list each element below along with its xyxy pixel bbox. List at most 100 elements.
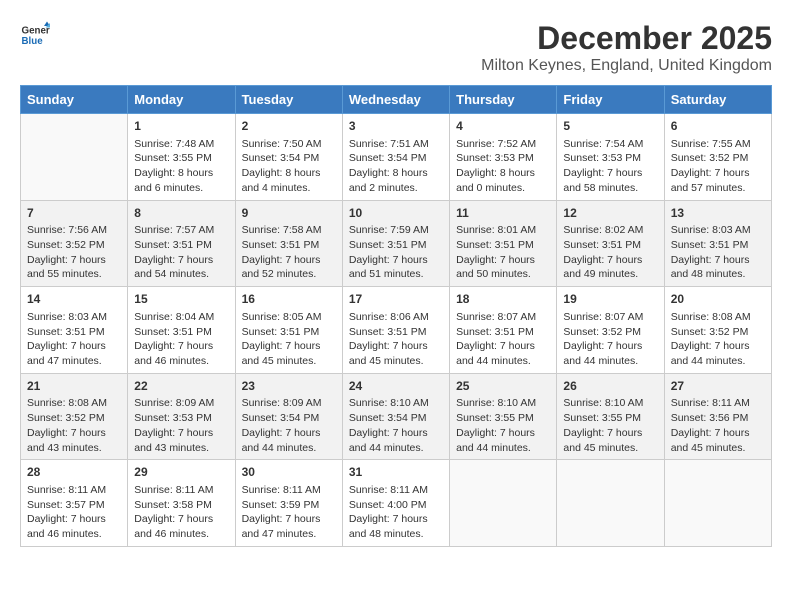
calendar-cell: 1 Sunrise: 7:48 AM Sunset: 3:55 PM Daylig… (128, 114, 235, 201)
day-info: Sunrise: 8:08 AM Sunset: 3:52 PM Dayligh… (27, 396, 121, 455)
calendar-week-row: 21Sunrise: 8:08 AM Sunset: 3:52 PM Dayli… (21, 373, 772, 460)
calendar-cell: 15 Sunrise: 8:04 AM Sunset: 3:51 PM Dayli… (128, 287, 235, 374)
day-info: Sunrise: 8:11 AM Sunset: 3:59 PM Dayligh… (242, 483, 336, 542)
day-number: 26 (563, 378, 657, 395)
calendar-cell: 29Sunrise: 8:11 AM Sunset: 3:58 PM Dayli… (128, 460, 235, 547)
calendar-cell: 20Sunrise: 8:08 AM Sunset: 3:52 PM Dayli… (664, 287, 771, 374)
calendar-cell: 3Sunrise: 7:51 AM Sunset: 3:54 PM Daylig… (342, 114, 449, 201)
day-number: 27 (671, 378, 765, 395)
calendar-cell: 24Sunrise: 8:10 AM Sunset: 3:54 PM Dayli… (342, 373, 449, 460)
day-info: Sunrise: 8:09 AM Sunset: 3:54 PM Dayligh… (242, 396, 336, 455)
calendar-cell: 4Sunrise: 7:52 AM Sunset: 3:53 PM Daylig… (450, 114, 557, 201)
day-number: 30 (242, 464, 336, 481)
calendar-cell: 23Sunrise: 8:09 AM Sunset: 3:54 PM Dayli… (235, 373, 342, 460)
day-number: 29 (134, 464, 228, 481)
day-info: Sunrise: 8:07 AM Sunset: 3:52 PM Dayligh… (563, 310, 657, 369)
day-info: Sunrise: 8:01 AM Sunset: 3:51 PM Dayligh… (456, 223, 550, 282)
column-header-tuesday: Tuesday (235, 86, 342, 114)
day-number: 21 (27, 378, 121, 395)
calendar-cell: 28 Sunrise: 8:11 AM Sunset: 3:57 PM Dayli… (21, 460, 128, 547)
day-number: 23 (242, 378, 336, 395)
calendar-cell: 6 Sunrise: 7:55 AM Sunset: 3:52 PM Daylig… (664, 114, 771, 201)
calendar-cell: 11Sunrise: 8:01 AM Sunset: 3:51 PM Dayli… (450, 200, 557, 287)
day-info: Sunrise: 8:09 AM Sunset: 3:53 PM Dayligh… (134, 396, 228, 455)
day-info: Sunrise: 8:03 AM Sunset: 3:51 PM Dayligh… (671, 223, 765, 282)
day-number: 24 (349, 378, 443, 395)
day-info: Sunrise: 8:07 AM Sunset: 3:51 PM Dayligh… (456, 310, 550, 369)
day-info: Sunrise: 7:50 AM Sunset: 3:54 PM Dayligh… (242, 137, 336, 196)
calendar-cell: 17Sunrise: 8:06 AM Sunset: 3:51 PM Dayli… (342, 287, 449, 374)
day-number: 7 (27, 205, 121, 222)
calendar-cell: 31Sunrise: 8:11 AM Sunset: 4:00 PM Dayli… (342, 460, 449, 547)
day-info: Sunrise: 7:52 AM Sunset: 3:53 PM Dayligh… (456, 137, 550, 196)
day-info: Sunrise: 7:56 AM Sunset: 3:52 PM Dayligh… (27, 223, 121, 282)
day-info: Sunrise: 7:55 AM Sunset: 3:52 PM Dayligh… (671, 137, 765, 196)
day-number: 5 (563, 118, 657, 135)
day-number: 20 (671, 291, 765, 308)
calendar-cell: 30 Sunrise: 8:11 AM Sunset: 3:59 PM Dayli… (235, 460, 342, 547)
day-info: Sunrise: 8:10 AM Sunset: 3:55 PM Dayligh… (456, 396, 550, 455)
day-info: Sunrise: 8:03 AM Sunset: 3:51 PM Dayligh… (27, 310, 121, 369)
day-number: 28 (27, 464, 121, 481)
calendar-cell: 16 Sunrise: 8:05 AM Sunset: 3:51 PM Dayli… (235, 287, 342, 374)
day-info: Sunrise: 8:02 AM Sunset: 3:51 PM Dayligh… (563, 223, 657, 282)
column-header-saturday: Saturday (664, 86, 771, 114)
calendar-cell: 9Sunrise: 7:58 AM Sunset: 3:51 PM Daylig… (235, 200, 342, 287)
location: Milton Keynes, England, United Kingdom (481, 57, 772, 75)
calendar-cell: 7Sunrise: 7:56 AM Sunset: 3:52 PM Daylig… (21, 200, 128, 287)
day-number: 11 (456, 205, 550, 222)
calendar-cell: 25Sunrise: 8:10 AM Sunset: 3:55 PM Dayli… (450, 373, 557, 460)
day-number: 17 (349, 291, 443, 308)
column-header-friday: Friday (557, 86, 664, 114)
day-number: 10 (349, 205, 443, 222)
day-info: Sunrise: 7:48 AM Sunset: 3:55 PM Dayligh… (134, 137, 228, 196)
title-block: December 2025 Milton Keynes, England, Un… (481, 20, 772, 75)
calendar-cell (557, 460, 664, 547)
day-info: Sunrise: 8:11 AM Sunset: 3:57 PM Dayligh… (27, 483, 121, 542)
column-header-sunday: Sunday (21, 86, 128, 114)
day-number: 22 (134, 378, 228, 395)
day-number: 15 (134, 291, 228, 308)
day-number: 8 (134, 205, 228, 222)
calendar-table: SundayMondayTuesdayWednesdayThursdayFrid… (20, 85, 772, 547)
day-number: 9 (242, 205, 336, 222)
calendar-header-row: SundayMondayTuesdayWednesdayThursdayFrid… (21, 86, 772, 114)
calendar-cell: 12Sunrise: 8:02 AM Sunset: 3:51 PM Dayli… (557, 200, 664, 287)
page-header: General Blue December 2025 Milton Keynes… (20, 20, 772, 75)
day-number: 19 (563, 291, 657, 308)
logo-icon: General Blue (20, 20, 50, 50)
calendar-week-row: 1 Sunrise: 7:48 AM Sunset: 3:55 PM Daylig… (21, 114, 772, 201)
month-title: December 2025 (481, 20, 772, 57)
svg-text:General: General (22, 26, 51, 37)
calendar-cell: 13Sunrise: 8:03 AM Sunset: 3:51 PM Dayli… (664, 200, 771, 287)
calendar-week-row: 7Sunrise: 7:56 AM Sunset: 3:52 PM Daylig… (21, 200, 772, 287)
calendar-cell: 27Sunrise: 8:11 AM Sunset: 3:56 PM Dayli… (664, 373, 771, 460)
day-number: 6 (671, 118, 765, 135)
day-number: 18 (456, 291, 550, 308)
calendar-cell: 18 Sunrise: 8:07 AM Sunset: 3:51 PM Dayli… (450, 287, 557, 374)
day-number: 2 (242, 118, 336, 135)
day-number: 16 (242, 291, 336, 308)
day-number: 12 (563, 205, 657, 222)
day-info: Sunrise: 8:11 AM Sunset: 4:00 PM Dayligh… (349, 483, 443, 542)
column-header-thursday: Thursday (450, 86, 557, 114)
day-number: 25 (456, 378, 550, 395)
calendar-cell: 22Sunrise: 8:09 AM Sunset: 3:53 PM Dayli… (128, 373, 235, 460)
day-info: Sunrise: 7:58 AM Sunset: 3:51 PM Dayligh… (242, 223, 336, 282)
column-header-wednesday: Wednesday (342, 86, 449, 114)
day-number: 14 (27, 291, 121, 308)
day-info: Sunrise: 7:54 AM Sunset: 3:53 PM Dayligh… (563, 137, 657, 196)
calendar-cell: 2 Sunrise: 7:50 AM Sunset: 3:54 PM Daylig… (235, 114, 342, 201)
calendar-cell (664, 460, 771, 547)
day-info: Sunrise: 8:05 AM Sunset: 3:51 PM Dayligh… (242, 310, 336, 369)
day-info: Sunrise: 8:10 AM Sunset: 3:55 PM Dayligh… (563, 396, 657, 455)
day-info: Sunrise: 8:04 AM Sunset: 3:51 PM Dayligh… (134, 310, 228, 369)
day-number: 13 (671, 205, 765, 222)
day-info: Sunrise: 7:59 AM Sunset: 3:51 PM Dayligh… (349, 223, 443, 282)
calendar-cell: 5 Sunrise: 7:54 AM Sunset: 3:53 PM Daylig… (557, 114, 664, 201)
calendar-cell: 21Sunrise: 8:08 AM Sunset: 3:52 PM Dayli… (21, 373, 128, 460)
day-info: Sunrise: 8:11 AM Sunset: 3:56 PM Dayligh… (671, 396, 765, 455)
logo: General Blue (20, 20, 50, 50)
svg-text:Blue: Blue (22, 36, 44, 47)
day-number: 1 (134, 118, 228, 135)
